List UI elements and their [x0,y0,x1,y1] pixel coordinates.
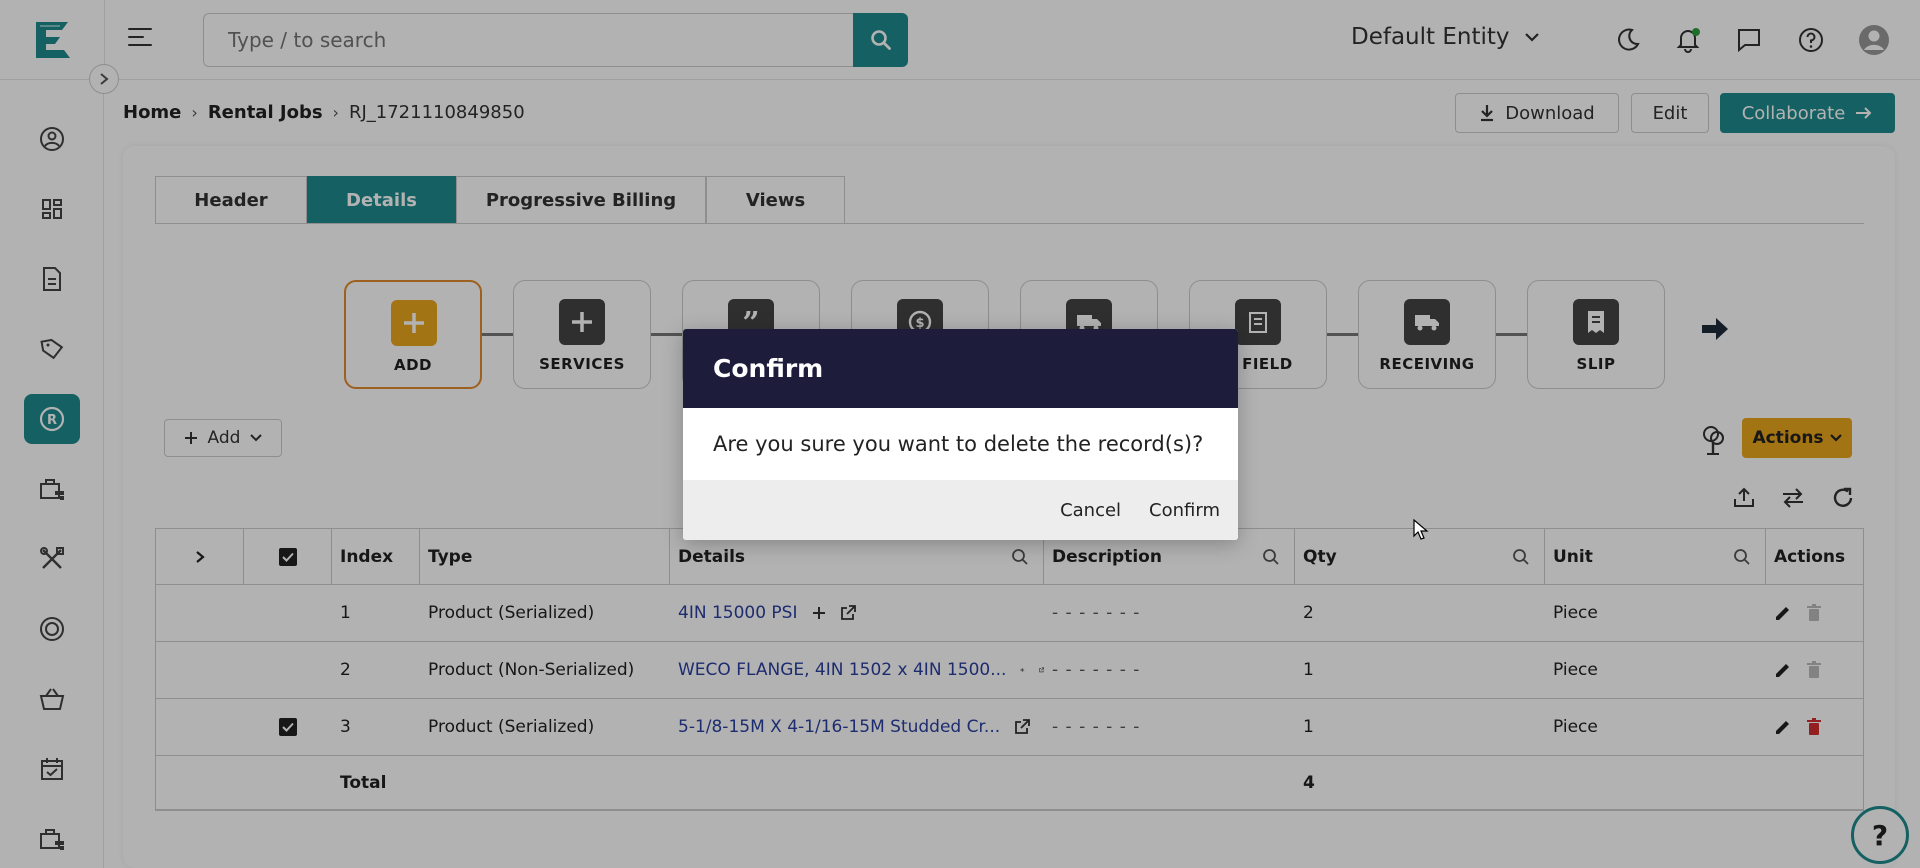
cancel-button[interactable]: Cancel [1060,500,1121,521]
confirm-button[interactable]: Confirm [1149,500,1220,521]
dialog-message: Are you sure you want to delete the reco… [713,432,1204,456]
dialog-footer: Cancel Confirm [683,480,1238,540]
dialog-title: Confirm [683,329,1238,408]
mouse-cursor-icon [1413,519,1429,540]
confirm-dialog: Confirm Are you sure you want to delete … [683,329,1238,540]
